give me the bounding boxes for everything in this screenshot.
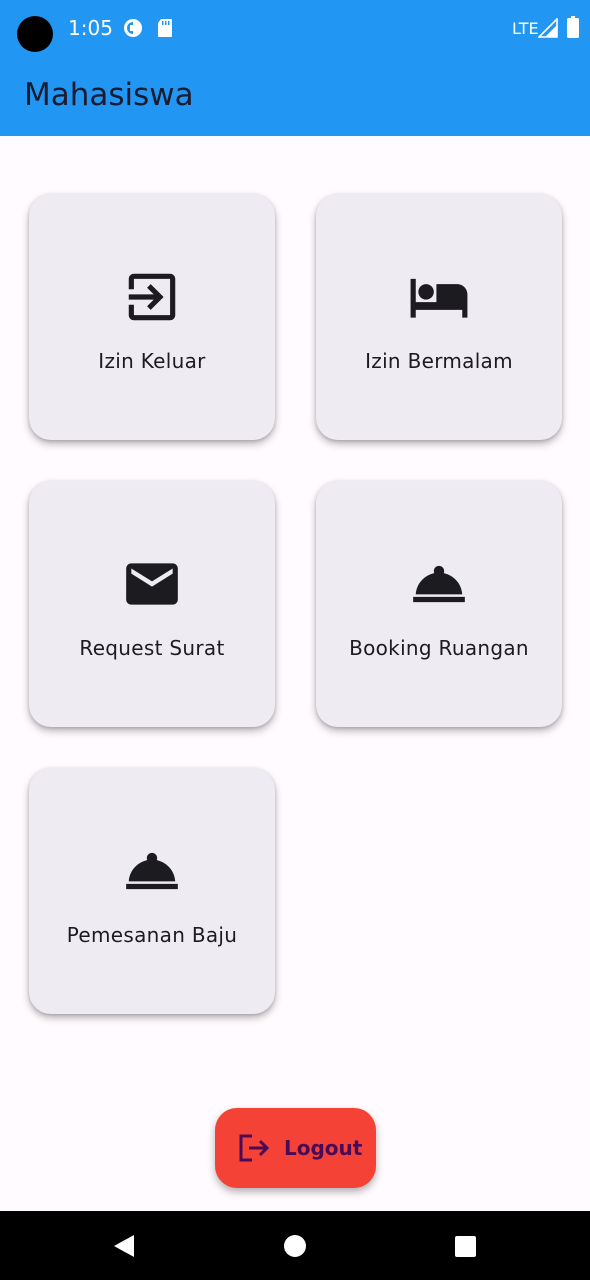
menu-card-request-surat[interactable]: Request Surat — [29, 481, 275, 727]
menu-card-izin-bermalam[interactable]: Izin Bermalam — [316, 194, 562, 440]
menu-card-label: Request Surat — [79, 636, 225, 660]
menu-card-label: Izin Keluar — [98, 349, 206, 373]
camera-cutout-icon — [17, 16, 53, 52]
menu-card-pemesanan-baju[interactable]: Pemesanan Baju — [29, 768, 275, 1014]
logout-button[interactable]: Logout — [215, 1108, 376, 1188]
logout-label: Logout — [284, 1136, 363, 1160]
hotel-bed-icon — [410, 278, 468, 318]
sd-card-icon — [158, 19, 172, 37]
signal-icon — [538, 18, 558, 38]
status-time: 1:05 — [68, 16, 113, 40]
menu-card-label: Pemesanan Baju — [66, 923, 238, 947]
logout-icon — [239, 1134, 270, 1162]
network-type-label: LTE — [512, 19, 539, 38]
back-icon[interactable] — [112, 1234, 136, 1258]
exit-to-app-icon — [128, 273, 176, 321]
room-service-icon — [126, 852, 178, 890]
menu-card-izin-keluar[interactable]: Izin Keluar — [29, 194, 275, 440]
system-nav-bar — [0, 1211, 590, 1280]
menu-card-booking-ruangan[interactable]: Booking Ruangan — [316, 481, 562, 727]
home-icon[interactable] — [284, 1235, 306, 1257]
room-service-icon — [413, 565, 465, 603]
app-notification-icon — [124, 19, 142, 37]
recents-icon[interactable] — [455, 1236, 476, 1257]
menu-card-label: Izin Bermalam — [365, 349, 513, 373]
battery-icon — [567, 16, 579, 38]
menu-card-label: Booking Ruangan — [349, 636, 529, 660]
page-title: Mahasiswa — [24, 77, 194, 113]
status-bar: 1:05 LTE — [0, 0, 590, 56]
mail-icon — [126, 563, 178, 605]
app-bar: Mahasiswa — [0, 56, 590, 136]
